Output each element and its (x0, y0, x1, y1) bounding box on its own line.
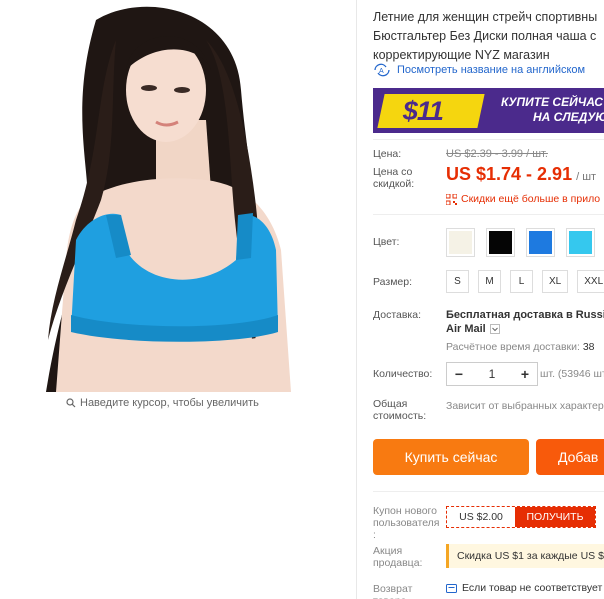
seller-promo: Скидка US $1 за каждые US $1 (446, 544, 604, 568)
coupon-amount: US $2.00 (459, 511, 503, 523)
svg-text:A: A (379, 68, 384, 75)
seller-promo-label: Акция продавца: (373, 545, 423, 569)
product-page: Наведите курсор, чтобы увеличить Летние … (0, 0, 604, 599)
banner-badge-text: $11 (402, 96, 443, 126)
swatch-fill (449, 231, 472, 254)
product-gallery[interactable] (6, 0, 320, 392)
banner-line-1: КУПИТЕ СЕЙЧАС Е (501, 95, 604, 109)
divider (373, 214, 604, 215)
total-value: Зависит от выбранных характер (446, 400, 604, 412)
product-title-line: Бюстгальтер Без Диски полная чаша с (373, 29, 597, 43)
shipping-label: Доставка: (373, 309, 422, 321)
quantity-available: шт. (53946 шт (540, 368, 604, 380)
old-price: US $2.39 - 3.99 / шт. (446, 148, 548, 160)
size-option-xxl[interactable]: XXL (577, 270, 604, 293)
add-to-cart-button[interactable]: Добав (536, 439, 604, 475)
magnifier-icon (66, 398, 76, 408)
delivery-time-value: 38 (582, 341, 595, 353)
color-swatches (446, 228, 604, 257)
promo-amount-2: US $1 (580, 550, 604, 562)
size-label: Размер: (373, 276, 413, 288)
size-option-s[interactable]: S (446, 270, 469, 293)
chevron-down-icon[interactable] (489, 324, 500, 334)
app-discount-text[interactable]: Скидки ещё больше в прило (461, 193, 600, 205)
swatch-fill (489, 231, 512, 254)
discount-price-label: Цена со скидкой: (373, 166, 415, 190)
get-coupon-button[interactable]: ПОЛУЧИТЬ (515, 507, 595, 527)
product-title: Летние для женщин стрейч спортивны Бюстг… (373, 8, 604, 65)
color-swatch-black[interactable] (486, 228, 515, 257)
swatch-fill (529, 231, 552, 254)
swatch-fill (569, 231, 592, 254)
quantity-stepper: − 1 + (446, 362, 538, 386)
color-swatch-sky-blue[interactable] (566, 228, 595, 257)
delivery-time-label: Расчётное время доставки: (446, 341, 580, 353)
quantity-decrease-button[interactable]: − (453, 366, 465, 382)
promo-amount-1: US $1 (494, 550, 524, 562)
returns-text: Если товар не соответствует (462, 582, 603, 594)
color-swatch-blue[interactable] (526, 228, 555, 257)
quantity-increase-button[interactable]: + (519, 366, 531, 382)
promo-banner[interactable]: $11 КУПИТЕ СЕЙЧАС Е НА СЛЕДУЮ (373, 88, 604, 133)
size-option-xl[interactable]: XL (542, 270, 569, 293)
column-divider (356, 0, 357, 599)
shipping-method[interactable]: Бесплатная доставка в Russian Air Mail (446, 308, 604, 336)
product-info: Летние для женщин стрейч спортивны Бюстг… (373, 0, 604, 599)
shipping-method-line-2: Air Mail (446, 323, 486, 335)
banner-badge: $11 (377, 94, 485, 128)
buy-now-button[interactable]: Купить сейчас (373, 439, 529, 475)
product-title-line: Летние для женщин стрейч спортивны (373, 10, 598, 24)
promo-prefix: Скидка (457, 550, 492, 562)
size-option-l[interactable]: L (510, 270, 533, 293)
discount-price: US $1.74 - 2.91/ шт (446, 164, 596, 185)
divider (373, 491, 604, 492)
size-option-m[interactable]: M (478, 270, 501, 293)
color-swatch-cream[interactable] (446, 228, 475, 257)
color-label: Цвет: (373, 236, 400, 248)
total-label: Общая стоимость: (373, 398, 427, 422)
size-options: S M L XL XXL (446, 270, 604, 293)
coupon-label: Купон нового пользователя : (373, 505, 440, 541)
banner-text: КУПИТЕ СЕЙЧАС Е НА СЛЕДУЮ (501, 95, 604, 125)
banner-line-2: НА СЛЕДУЮ (533, 110, 604, 124)
returns-info: Если товар не соответствует (446, 582, 602, 594)
shipping-method-line-1: Бесплатная доставка в Russian (446, 309, 604, 321)
product-photo[interactable] (6, 0, 320, 392)
translate-link[interactable]: A Посмотреть название на английском (373, 63, 585, 77)
shipping-method-line-2-row: Air Mail (446, 322, 604, 336)
app-discount-link[interactable]: Скидки ещё больше в прило (446, 193, 600, 205)
shield-icon (446, 583, 457, 593)
delivery-time: Расчётное время доставки: 38 (446, 341, 595, 353)
qr-code-icon (446, 193, 457, 205)
zoom-hint-text: Наведите курсор, чтобы увеличить (80, 397, 259, 409)
price-label: Цена: (373, 148, 402, 160)
price-unit: / шт (576, 171, 597, 183)
new-user-coupon: US $2.00 ПОЛУЧИТЬ (446, 506, 596, 528)
quantity-label: Количество: (373, 368, 433, 380)
translate-icon: A (374, 63, 390, 77)
quantity-value[interactable]: 1 (489, 367, 496, 381)
zoom-hint: Наведите курсор, чтобы увеличить (66, 397, 259, 409)
translate-link-text[interactable]: Посмотреть название на английском (397, 64, 585, 76)
discount-price-value: US $1.74 - 2.91 (446, 164, 573, 184)
divider (373, 139, 604, 140)
returns-label: Возврат товара (373, 583, 413, 599)
promo-mid: за каждые (526, 550, 578, 562)
